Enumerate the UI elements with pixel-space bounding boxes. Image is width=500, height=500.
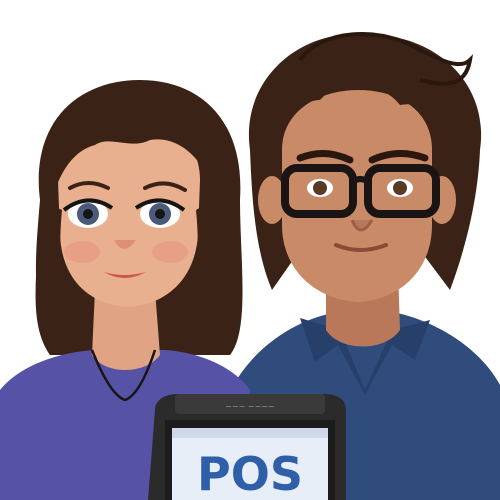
screen-header-bar bbox=[172, 428, 328, 438]
woman-pupil-left bbox=[83, 209, 93, 219]
pos-terminal: ~~~ ~~~~ POS bbox=[148, 394, 346, 500]
screen-pos-text: POS bbox=[197, 447, 303, 500]
terminal-brand: ~~~ ~~~~ bbox=[225, 402, 274, 411]
woman-cheek-right bbox=[152, 241, 188, 263]
man-iris-right bbox=[393, 181, 407, 195]
woman-cheek-left bbox=[64, 241, 100, 263]
illustration: ~~~ ~~~~ POS bbox=[0, 32, 500, 500]
man-iris-left bbox=[313, 181, 327, 195]
woman-pupil-right bbox=[155, 209, 165, 219]
